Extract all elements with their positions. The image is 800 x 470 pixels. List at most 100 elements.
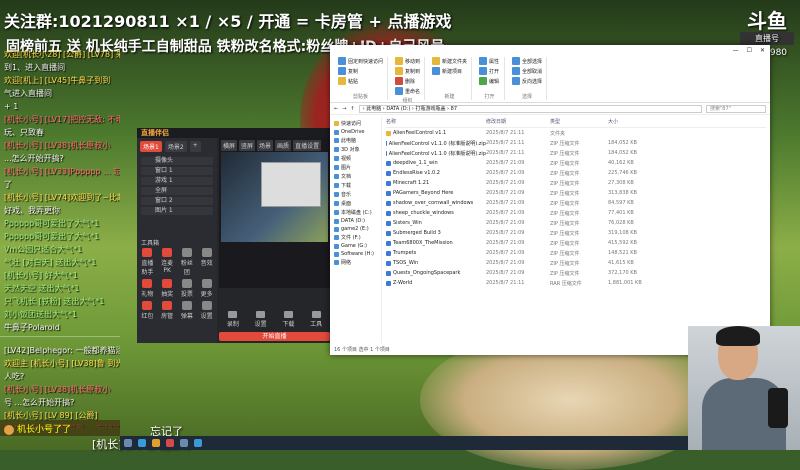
ribbon-button[interactable]: 复制 (338, 67, 383, 75)
file-row[interactable]: Team6800X_TheMission 2025/8/7 21:09 ZIP 压缩… (386, 238, 766, 248)
preview-tab[interactable]: 横屏 (221, 140, 238, 151)
scene-tab[interactable]: + (189, 141, 201, 152)
column-header[interactable]: 修改日期 (486, 118, 550, 125)
file-size: 84,597 KB (608, 199, 634, 206)
nav-item[interactable]: 此电脑 (330, 136, 381, 145)
tool-item[interactable]: 礼物 (139, 279, 156, 298)
file-row[interactable]: Trumpets 2025/8/7 21:09 ZIP 压缩文件 148,521 KB (386, 248, 766, 258)
ribbon-button[interactable]: 编辑 (479, 77, 500, 85)
tool-item[interactable]: 连麦PK (159, 248, 176, 276)
column-header[interactable]: 类型 (550, 118, 608, 125)
file-row[interactable]: Quests_OngoingSpacepark 2025/8/7 21:09 ZIP… (386, 268, 766, 278)
nav-item[interactable]: OneDrive (330, 128, 381, 136)
tool-item[interactable]: 更多 (198, 279, 215, 298)
tool-item[interactable]: 音效 (198, 248, 215, 276)
source-row[interactable]: 全屏 (141, 187, 213, 195)
ribbon-group-label: 新建 (444, 94, 455, 100)
file-row[interactable]: AlienFeelControl v1.1.0 (标准版说明).zip 2025/… (386, 148, 766, 158)
file-row[interactable]: TSOS_Win 2025/8/7 21:09 ZIP 压缩文件 41,615 KB (386, 258, 766, 268)
back-icon[interactable]: ← (334, 106, 338, 112)
scene-tab[interactable]: 场景2 (164, 141, 187, 152)
app-icon-3[interactable] (194, 439, 202, 447)
ribbon-button[interactable]: 新建文件夹 (432, 57, 467, 65)
tool-item[interactable]: 弹幕 (179, 301, 196, 320)
ribbon-button[interactable]: 反向选择 (512, 77, 542, 85)
ribbon-button[interactable]: 新建项目 (432, 67, 467, 75)
nav-item[interactable]: 文档 (330, 172, 381, 181)
source-row[interactable]: 游戏 1 (141, 177, 213, 185)
ribbon-button[interactable]: 固定到快速访问 (338, 57, 383, 65)
tool-item[interactable]: 房管 (159, 301, 176, 320)
bottom-button[interactable]: 下载 (282, 310, 294, 328)
file-row[interactable]: sheep_chuckle_windows 2025/8/7 21:09 ZIP 压… (386, 208, 766, 218)
maximize-button[interactable]: ☐ (747, 47, 752, 54)
tool-item[interactable]: 设置 (198, 301, 215, 320)
folder-icon[interactable] (152, 439, 160, 447)
tool-item[interactable]: 投票 (179, 279, 196, 298)
minimize-button[interactable]: — (733, 47, 739, 54)
file-row[interactable]: AlienFeelControl v1.1 2025/8/7 21:11 文件夹 (386, 128, 766, 138)
search-box[interactable]: 搜索"87" (706, 104, 766, 113)
ribbon-button[interactable]: 复制到 (395, 67, 420, 75)
preview-tab[interactable]: 场景 (257, 140, 274, 151)
preview-tab[interactable]: 直播设置 (293, 140, 322, 151)
ribbon-button[interactable]: 粘贴 (338, 77, 383, 85)
column-header[interactable]: 名称 (386, 118, 486, 125)
tool-item[interactable]: 红包 (139, 301, 156, 320)
file-row[interactable]: Z-World 2025/8/7 21:11 RAR 压缩文件 1,881,001 K… (386, 278, 766, 288)
nav-item[interactable]: Game (G:) (330, 242, 381, 250)
preview-tab[interactable]: 画质 (275, 140, 292, 151)
app-icon-2[interactable] (180, 439, 188, 447)
ribbon-button[interactable]: 全部选择 (512, 57, 542, 65)
nav-item[interactable]: 文件 (F:) (330, 233, 381, 242)
tool-item[interactable]: 粉丝团 (179, 248, 196, 276)
ribbon-button[interactable]: 重命名 (395, 87, 420, 95)
forward-icon[interactable]: → (342, 106, 346, 112)
tool-label: 弹幕 (180, 313, 193, 320)
file-row[interactable]: PAGamers_Beyond Here 2025/8/7 21:09 ZIP 压缩… (386, 188, 766, 198)
column-header[interactable]: 大小 (608, 118, 648, 125)
tool-item[interactable]: 抽奖 (159, 279, 176, 298)
app-icon[interactable] (166, 439, 174, 447)
bottom-button[interactable]: 工具 (310, 310, 322, 328)
nav-item[interactable]: 3D 对象 (330, 145, 381, 154)
tool-item[interactable]: 直播助手 (139, 248, 156, 276)
start-icon[interactable] (124, 439, 132, 447)
file-row[interactable]: shadow_over_cornwall_windows 2025/8/7 21:… (386, 198, 766, 208)
ribbon-button[interactable]: 属性 (479, 57, 500, 65)
preview-tab[interactable]: 竖屏 (239, 140, 256, 151)
file-row[interactable]: deepdive_1.1_win 2025/8/7 21:09 ZIP 压缩文件 40… (386, 158, 766, 168)
source-row[interactable]: 图片 1 (141, 207, 213, 215)
nav-item[interactable]: Software (H:) (330, 250, 381, 258)
nav-item[interactable]: 图片 (330, 163, 381, 172)
nav-item[interactable]: 本地磁盘 (C:) (330, 208, 381, 217)
ribbon-button[interactable]: 打开 (479, 67, 500, 75)
file-row[interactable]: Submerged Build 3 2025/8/7 21:09 ZIP 压缩文件 3… (386, 228, 766, 238)
nav-item[interactable]: 网络 (330, 258, 381, 267)
file-row[interactable]: EndlessRise v1.0.2 2025/8/7 21:09 ZIP 压缩文件… (386, 168, 766, 178)
browser-icon[interactable] (138, 439, 146, 447)
source-row[interactable]: 窗口 1 (141, 167, 213, 175)
file-row[interactable]: Sisters_Win 2025/8/7 21:09 ZIP 压缩文件 76,028 … (386, 218, 766, 228)
ribbon-button[interactable]: 移动到 (395, 57, 420, 65)
ribbon-button[interactable]: 全部取消 (512, 67, 542, 75)
nav-item[interactable]: 桌面 (330, 199, 381, 208)
source-row[interactable]: 窗口 2 (141, 197, 213, 205)
file-row[interactable]: Minecraft 1.21 2025/8/7 21:09 ZIP 压缩文件 27,3… (386, 178, 766, 188)
up-icon[interactable]: ↑ (350, 106, 354, 112)
file-row[interactable]: AlienFeelControl v1.1.0 (标准版说明).zip 2025/… (386, 138, 766, 148)
nav-item[interactable]: 视频 (330, 154, 381, 163)
nav-item[interactable]: 快速访问 (330, 119, 381, 128)
bottom-button[interactable]: 录制 (227, 310, 239, 328)
close-button[interactable]: ✕ (760, 47, 765, 54)
nav-item[interactable]: 下载 (330, 181, 381, 190)
ribbon-button[interactable]: 删除 (395, 77, 420, 85)
address-bar[interactable]: › 此电脑 › DATA (D:) › 打瓶游戏瓶盖 › 87 (358, 104, 702, 113)
start-live-button[interactable]: 开始直播 (219, 332, 330, 341)
scene-tab[interactable]: 场景1 (140, 141, 162, 152)
nav-item[interactable]: game2 (E:) (330, 225, 381, 233)
bottom-button[interactable]: 设置 (255, 310, 267, 328)
nav-item[interactable]: DATA (D:) (330, 217, 381, 225)
nav-item[interactable]: 音乐 (330, 190, 381, 199)
source-row[interactable]: 摄像头 (141, 157, 213, 165)
